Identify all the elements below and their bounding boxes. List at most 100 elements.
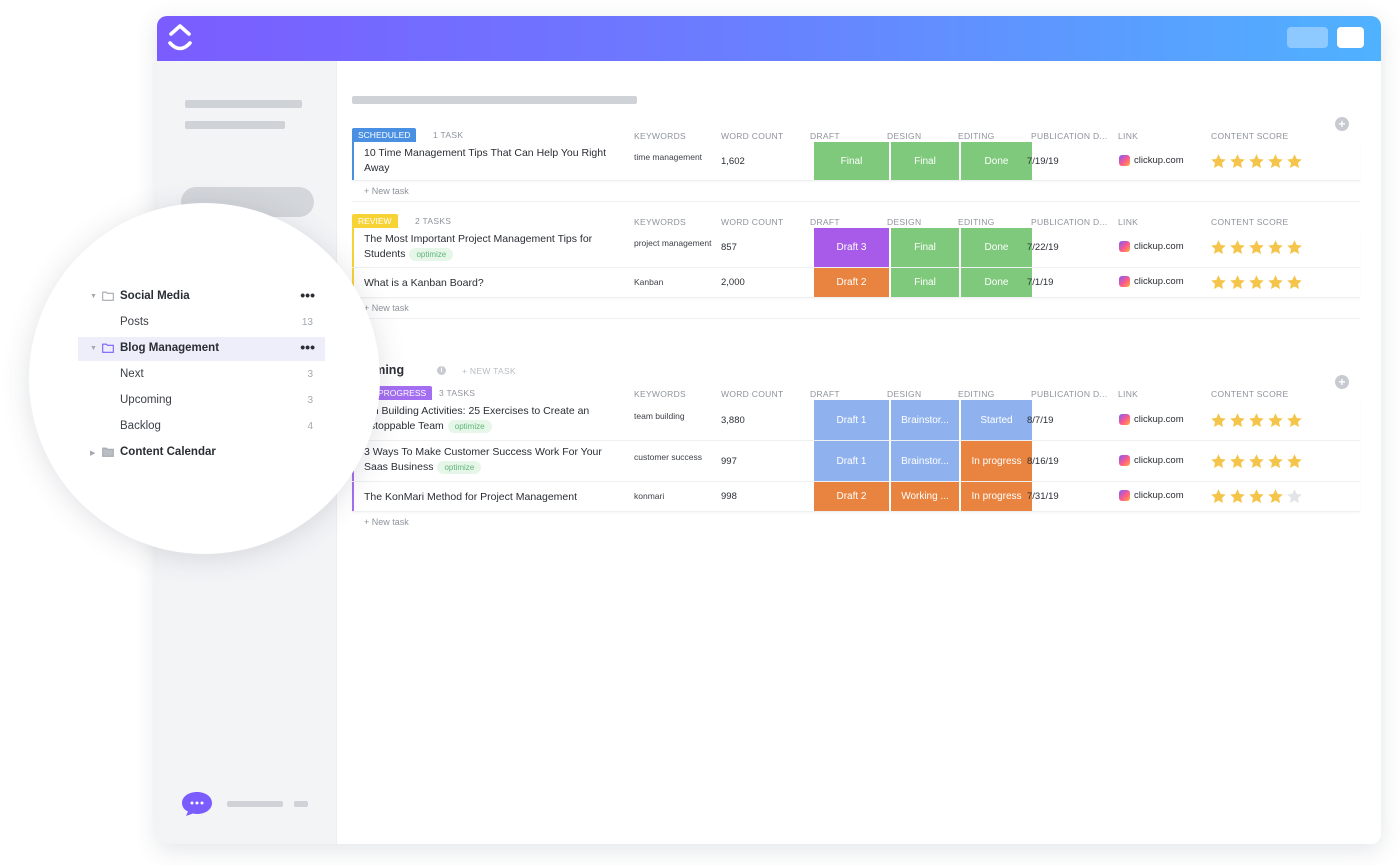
column-header-word-count[interactable]: WORD COUNT — [721, 389, 784, 399]
task-name-text[interactable]: The Most Important Project Management Ti… — [364, 233, 592, 260]
more-options-icon[interactable]: ••• — [300, 287, 315, 303]
task-name[interactable]: 10 Time Management Tips That Can Help Yo… — [364, 146, 626, 176]
star-icon[interactable] — [1267, 412, 1284, 429]
star-icon[interactable] — [1248, 239, 1265, 256]
editing-cell[interactable]: In progress — [961, 482, 1032, 511]
table-row[interactable]: The KonMari Method for Project Managemen… — [352, 482, 1360, 512]
content-score-rating[interactable] — [1210, 453, 1303, 470]
star-icon[interactable] — [1210, 153, 1227, 170]
topbar-button[interactable] — [1287, 27, 1328, 48]
keywords-cell[interactable]: team building — [634, 412, 712, 421]
table-row[interactable]: am Building Activities: 25 Exercises to … — [352, 400, 1360, 441]
chevron-right-icon[interactable]: ▶ — [90, 449, 95, 457]
star-icon[interactable] — [1248, 453, 1265, 470]
chat-bubble-icon[interactable] — [181, 791, 213, 817]
new-task-button[interactable]: + New task — [364, 303, 409, 313]
design-cell[interactable]: Final — [891, 142, 959, 180]
star-icon[interactable] — [1286, 274, 1303, 291]
column-header-editing[interactable]: EDITING — [958, 131, 995, 141]
column-header-draft[interactable]: DRAFT — [810, 389, 840, 399]
link-text[interactable]: clickup.com — [1134, 241, 1184, 252]
star-icon[interactable] — [1286, 153, 1303, 170]
task-name[interactable]: am Building Activities: 25 Exercises to … — [364, 404, 626, 434]
add-column-icon[interactable]: + — [1335, 375, 1349, 389]
link-cell[interactable]: clickup.com — [1119, 455, 1184, 466]
column-header-publication-date[interactable]: PUBLICATION D... — [1031, 131, 1107, 141]
column-header-design[interactable]: DESIGN — [887, 131, 921, 141]
editing-cell[interactable]: Done — [961, 228, 1032, 267]
sidebar-item-social-media[interactable]: ▼ Social Media ••• — [78, 285, 325, 309]
draft-cell[interactable]: Final — [814, 142, 889, 180]
sidebar-item-next[interactable]: Next 3 — [78, 363, 325, 387]
star-icon[interactable] — [1229, 274, 1246, 291]
star-icon[interactable] — [1229, 239, 1246, 256]
star-icon[interactable] — [1267, 453, 1284, 470]
task-name-text[interactable]: What is a Kanban Board? — [364, 277, 484, 289]
chevron-down-icon[interactable]: ▼ — [90, 345, 97, 352]
link-cell[interactable]: clickup.com — [1119, 276, 1184, 287]
task-name-text[interactable]: 3 Ways To Make Customer Success Work For… — [364, 446, 602, 473]
table-row[interactable]: The Most Important Project Management Ti… — [352, 228, 1360, 268]
task-tag[interactable]: optimize — [409, 247, 454, 261]
star-icon[interactable] — [1286, 453, 1303, 470]
keywords-cell[interactable]: customer success — [634, 453, 712, 462]
column-header-draft[interactable]: DRAFT — [810, 217, 840, 227]
table-row[interactable]: What is a Kanban Board? Kanban 2,000 Draft … — [352, 268, 1360, 298]
design-cell[interactable]: Brainstor... — [891, 441, 959, 481]
publication-date-cell[interactable]: 7/19/19 — [1027, 156, 1059, 167]
task-name[interactable]: 3 Ways To Make Customer Success Work For… — [364, 445, 626, 475]
sidebar-item-upcoming[interactable]: Upcoming 3 — [78, 389, 325, 413]
keywords-cell[interactable]: project management — [634, 239, 712, 248]
info-icon[interactable]: i — [437, 366, 446, 375]
content-score-rating[interactable] — [1210, 488, 1303, 505]
star-icon[interactable] — [1248, 274, 1265, 291]
column-header-design[interactable]: DESIGN — [887, 389, 921, 399]
column-header-word-count[interactable]: WORD COUNT — [721, 131, 784, 141]
link-cell[interactable]: clickup.com — [1119, 155, 1184, 166]
link-text[interactable]: clickup.com — [1134, 155, 1184, 166]
keywords-cell[interactable]: konmari — [634, 492, 712, 501]
star-icon[interactable] — [1210, 274, 1227, 291]
star-icon[interactable] — [1248, 153, 1265, 170]
star-icon[interactable] — [1248, 412, 1265, 429]
task-name-text[interactable]: The KonMari Method for Project Managemen… — [364, 491, 577, 503]
editing-cell[interactable]: Done — [961, 142, 1032, 180]
word-count-cell[interactable]: 857 — [721, 242, 737, 253]
editing-cell[interactable]: In progress — [961, 441, 1032, 481]
star-icon[interactable] — [1210, 453, 1227, 470]
column-header-link[interactable]: LINK — [1118, 131, 1138, 141]
star-icon[interactable] — [1229, 453, 1246, 470]
word-count-cell[interactable]: 997 — [721, 456, 737, 467]
status-badge[interactable]: REVIEW — [352, 214, 398, 228]
publication-date-cell[interactable]: 8/16/19 — [1027, 456, 1059, 467]
link-text[interactable]: clickup.com — [1134, 455, 1184, 466]
status-badge[interactable]: SCHEDULED — [352, 128, 417, 142]
design-cell[interactable]: Working ... — [891, 482, 959, 511]
sidebar-item-content-calendar[interactable]: ▶ Content Calendar — [78, 441, 325, 465]
star-icon[interactable] — [1229, 412, 1246, 429]
star-icon[interactable] — [1210, 488, 1227, 505]
column-header-keywords[interactable]: KEYWORDS — [634, 389, 686, 399]
draft-cell[interactable]: Draft 2 — [814, 268, 889, 297]
topbar-button-primary[interactable] — [1337, 27, 1364, 48]
star-icon[interactable] — [1286, 488, 1303, 505]
publication-date-cell[interactable]: 7/31/19 — [1027, 491, 1059, 502]
clickup-logo-icon[interactable] — [165, 23, 195, 54]
link-cell[interactable]: clickup.com — [1119, 490, 1184, 501]
word-count-cell[interactable]: 2,000 — [721, 277, 745, 288]
column-header-content-score[interactable]: CONTENT SCORE — [1211, 389, 1288, 399]
add-column-icon[interactable]: + — [1335, 117, 1349, 131]
design-cell[interactable]: Final — [891, 228, 959, 267]
task-tag[interactable]: optimize — [437, 460, 482, 474]
status-badge[interactable]: PROGRESS — [372, 386, 433, 400]
task-name[interactable]: The Most Important Project Management Ti… — [364, 232, 626, 262]
column-header-link[interactable]: LINK — [1118, 389, 1138, 399]
design-cell[interactable]: Final — [891, 268, 959, 297]
word-count-cell[interactable]: 1,602 — [721, 156, 745, 167]
keywords-cell[interactable]: Kanban — [634, 278, 712, 287]
link-cell[interactable]: clickup.com — [1119, 241, 1184, 252]
draft-cell[interactable]: Draft 1 — [814, 441, 889, 481]
task-name-text[interactable]: 10 Time Management Tips That Can Help Yo… — [364, 147, 606, 174]
link-text[interactable]: clickup.com — [1134, 276, 1184, 287]
publication-date-cell[interactable]: 7/1/19 — [1027, 277, 1053, 288]
